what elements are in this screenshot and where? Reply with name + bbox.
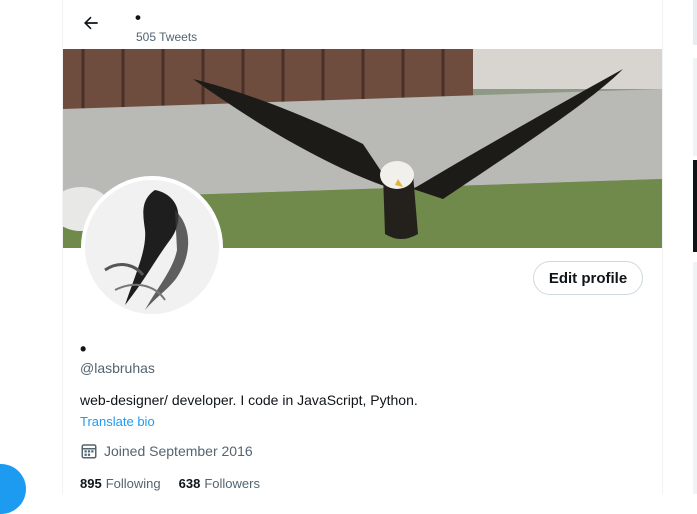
sidebar-segment [693, 160, 697, 252]
following-count: 895 [80, 476, 102, 491]
profile-display-name: • [80, 339, 87, 359]
followers-count: 638 [178, 476, 201, 491]
avatar-image [85, 180, 219, 314]
following-label: Following [105, 476, 161, 491]
right-sidebar-edge [693, 0, 697, 494]
follow-stats: 895 Following 638 Followers [80, 476, 260, 491]
sidebar-segment [693, 58, 697, 156]
join-date-text: Joined September 2016 [104, 443, 253, 459]
following-link[interactable]: 895 Following [80, 476, 161, 491]
sidebar-segment [693, 0, 697, 45]
profile-bio: web-designer/ developer. I code in JavaS… [80, 392, 418, 408]
translate-bio-link[interactable]: Translate bio [80, 414, 155, 429]
profile-handle: @lasbruhas [80, 360, 155, 376]
edit-profile-button[interactable]: Edit profile [533, 261, 643, 295]
calendar-icon [81, 444, 97, 459]
back-button[interactable] [75, 7, 107, 39]
followers-link[interactable]: 638 Followers [179, 476, 260, 491]
arrow-left-icon [84, 16, 98, 30]
header-display-name: • [135, 8, 141, 27]
join-date: Joined September 2016 [80, 442, 253, 460]
tweet-count: 505 Tweets [136, 30, 198, 44]
profile-header-bar: • 505 Tweets [63, 0, 662, 49]
sidebar-segment [693, 262, 697, 494]
avatar[interactable] [81, 176, 223, 318]
followers-label: Followers [204, 476, 260, 491]
compose-tweet-button[interactable] [0, 464, 26, 514]
profile-column: • 505 Tweets Edit profile • @lasbruhas w… [62, 0, 663, 494]
